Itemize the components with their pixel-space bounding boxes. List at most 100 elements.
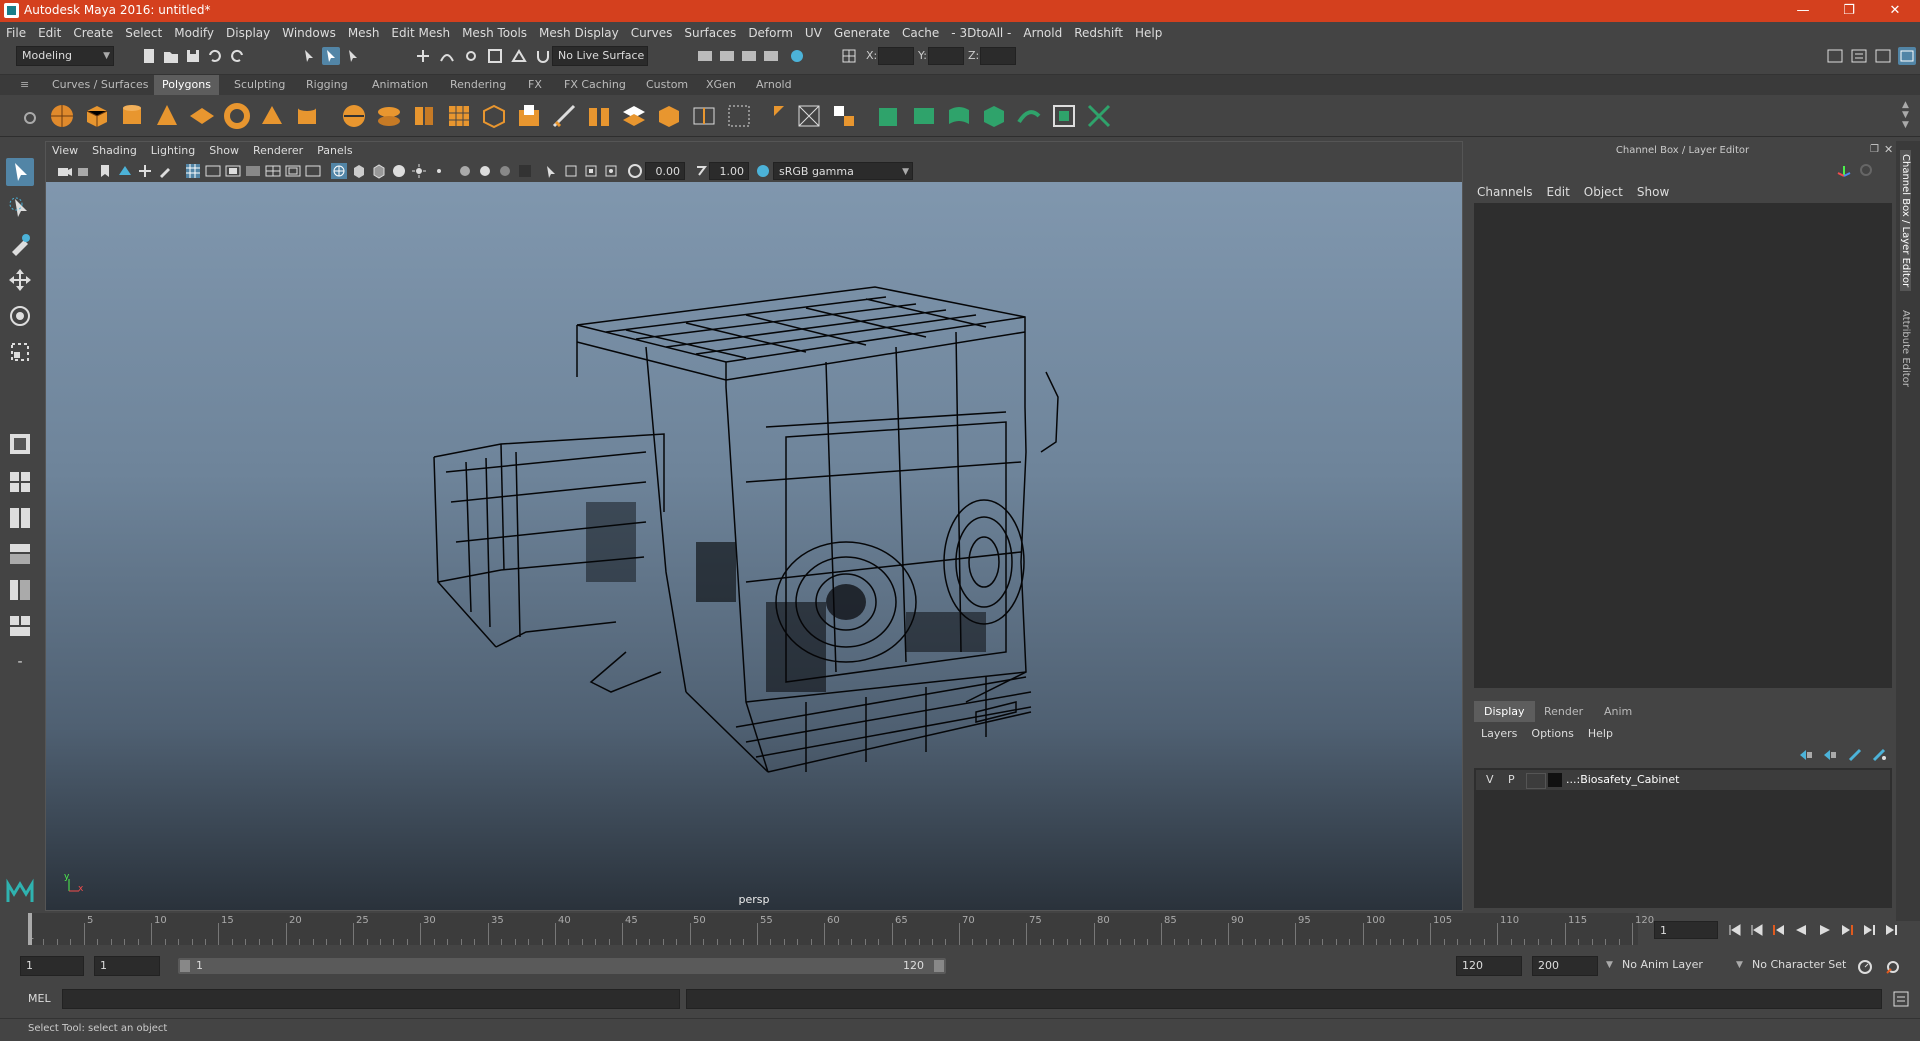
menu-create[interactable]: Create bbox=[67, 22, 119, 44]
planar-mapping-icon[interactable] bbox=[910, 102, 938, 130]
redo-icon[interactable] bbox=[228, 47, 246, 65]
x-field[interactable] bbox=[878, 47, 914, 65]
more-layouts-icon[interactable]: - bbox=[6, 648, 34, 676]
menu-mesh[interactable]: Mesh bbox=[342, 22, 386, 44]
tab-rigging[interactable]: Rigging bbox=[298, 75, 356, 95]
rotate-tool-icon[interactable] bbox=[6, 302, 34, 330]
snap-point-icon[interactable] bbox=[462, 47, 480, 65]
use-all-lights-icon[interactable] bbox=[411, 163, 427, 179]
screen-space-ao-icon[interactable] bbox=[457, 163, 473, 179]
smooth-shade-icon[interactable] bbox=[351, 163, 367, 179]
fill-hole-icon[interactable] bbox=[655, 102, 683, 130]
wireframe-on-shaded-icon[interactable] bbox=[371, 163, 387, 179]
shelf-scroll-arrows-icon[interactable]: ▲ ▼ ▼ bbox=[1902, 100, 1909, 130]
snap-grid-icon[interactable] bbox=[414, 47, 432, 65]
poly-plane-icon[interactable] bbox=[188, 102, 216, 130]
tab-xgen[interactable]: XGen bbox=[698, 75, 744, 95]
vp-menu-show[interactable]: Show bbox=[202, 141, 246, 161]
bookmark-icon[interactable] bbox=[97, 163, 113, 179]
undo-icon[interactable] bbox=[206, 47, 224, 65]
poly-pyramid-icon[interactable] bbox=[258, 102, 286, 130]
multi-cut-icon[interactable] bbox=[550, 102, 578, 130]
cb-menu-object[interactable]: Object bbox=[1577, 182, 1630, 202]
le-menu-help[interactable]: Help bbox=[1581, 724, 1620, 744]
select-component-icon[interactable] bbox=[344, 47, 362, 65]
open-scene-icon[interactable] bbox=[162, 47, 180, 65]
menu-edit[interactable]: Edit bbox=[32, 22, 67, 44]
render-frame-icon[interactable] bbox=[718, 47, 736, 65]
tab-fx[interactable]: FX bbox=[520, 75, 550, 95]
range-start-handle[interactable] bbox=[180, 960, 190, 972]
separate-icon[interactable] bbox=[375, 102, 403, 130]
attribute-editor-toggle-icon[interactable] bbox=[1850, 47, 1868, 65]
menu-cache[interactable]: Cache bbox=[896, 22, 945, 44]
menu-help[interactable]: Help bbox=[1129, 22, 1168, 44]
scene-start-field[interactable]: 1 bbox=[20, 956, 84, 976]
scale-tool-icon[interactable] bbox=[6, 338, 34, 366]
minimize-button[interactable]: — bbox=[1780, 0, 1826, 22]
create-empty-layer-icon[interactable] bbox=[1848, 748, 1864, 762]
menu-file[interactable]: File bbox=[0, 22, 32, 44]
step-back-frame-icon[interactable] bbox=[1772, 923, 1786, 937]
bridge-icon[interactable] bbox=[585, 102, 613, 130]
menu-uv[interactable]: UV bbox=[799, 22, 828, 44]
image-plane-icon[interactable] bbox=[117, 163, 133, 179]
gamma-field[interactable]: 1.00 bbox=[709, 162, 749, 180]
lasso-tool-icon[interactable] bbox=[6, 194, 34, 222]
mel-label[interactable]: MEL bbox=[28, 992, 51, 1005]
poke-icon[interactable] bbox=[760, 102, 788, 130]
new-scene-icon[interactable] bbox=[140, 47, 158, 65]
menu-display[interactable]: Display bbox=[220, 22, 276, 44]
extrude-icon[interactable] bbox=[515, 102, 543, 130]
chevron-down-icon[interactable]: ▼ bbox=[1736, 960, 1743, 970]
character-set-selector[interactable]: No Character Set bbox=[1752, 958, 1846, 971]
layer-name[interactable]: ...:Biosafety_Cabinet bbox=[1566, 773, 1679, 786]
modeling-toolkit-icon[interactable] bbox=[1826, 47, 1844, 65]
save-scene-icon[interactable] bbox=[184, 47, 202, 65]
motion-blur-icon[interactable] bbox=[477, 163, 493, 179]
uv-layout-icon[interactable] bbox=[1050, 102, 1078, 130]
ipr-render-icon[interactable] bbox=[740, 47, 758, 65]
playback-end-field[interactable]: 120 bbox=[1456, 956, 1522, 976]
tab-display[interactable]: Display bbox=[1474, 701, 1535, 722]
camera-select-icon[interactable] bbox=[57, 163, 73, 179]
magnet-icon[interactable] bbox=[534, 47, 552, 65]
hypershade-icon[interactable] bbox=[788, 47, 806, 65]
poly-torus-icon[interactable] bbox=[223, 102, 251, 130]
transform-mode-icon[interactable] bbox=[840, 47, 858, 65]
single-perspective-layout-icon[interactable] bbox=[6, 430, 34, 458]
vp-menu-lighting[interactable]: Lighting bbox=[144, 141, 202, 161]
tab-render[interactable]: Render bbox=[1534, 701, 1593, 722]
tab-anim[interactable]: Anim bbox=[1594, 701, 1642, 722]
color-management-icon[interactable] bbox=[755, 163, 771, 179]
scene-end-field[interactable]: 200 bbox=[1532, 956, 1598, 976]
tab-rendering[interactable]: Rendering bbox=[442, 75, 514, 95]
panel-close-icon[interactable]: ✕ bbox=[1884, 143, 1893, 156]
menu-redshift[interactable]: Redshift bbox=[1068, 22, 1129, 44]
tool-settings-toggle-icon[interactable] bbox=[1874, 47, 1892, 65]
2d-pan-zoom-icon[interactable] bbox=[137, 163, 153, 179]
resolution-gate-icon[interactable] bbox=[225, 163, 241, 179]
tab-sculpting[interactable]: Sculpting bbox=[226, 75, 293, 95]
current-frame-field[interactable]: 1 bbox=[1654, 921, 1718, 939]
side-tab-channel-box[interactable]: Channel Box / Layer Editor bbox=[1900, 150, 1911, 292]
channel-box-area[interactable] bbox=[1474, 203, 1892, 688]
xray-icon[interactable] bbox=[563, 163, 579, 179]
anti-aliasing-icon[interactable] bbox=[497, 163, 513, 179]
y-field[interactable] bbox=[928, 47, 964, 65]
shelf-settings-gear-icon[interactable] bbox=[24, 112, 36, 124]
poly-cone-icon[interactable] bbox=[153, 102, 181, 130]
snap-view-icon[interactable] bbox=[486, 47, 504, 65]
quadrangulate-icon[interactable] bbox=[830, 102, 858, 130]
grease-pencil-icon[interactable] bbox=[157, 163, 173, 179]
exposure-icon[interactable] bbox=[627, 163, 643, 179]
channel-box-settings-icon[interactable] bbox=[1858, 162, 1874, 178]
select-hierarchy-icon[interactable] bbox=[300, 47, 318, 65]
hypershade-layout-icon[interactable] bbox=[6, 612, 34, 640]
menu-curves[interactable]: Curves bbox=[625, 22, 679, 44]
layer-color-swatch[interactable] bbox=[1548, 773, 1562, 787]
cut-uv-icon[interactable] bbox=[1085, 102, 1113, 130]
render-view-icon[interactable] bbox=[762, 47, 780, 65]
xray-active-components-icon[interactable] bbox=[583, 163, 599, 179]
channel-box-toggle-icon[interactable] bbox=[1898, 47, 1916, 65]
